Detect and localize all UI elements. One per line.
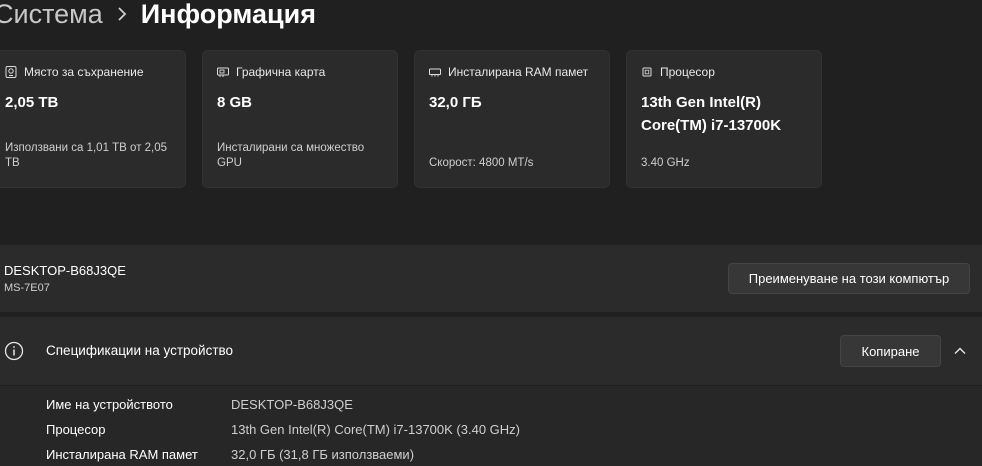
card-subtitle: Инсталирани са множество GPU (217, 142, 365, 169)
card-value: 32,0 ГБ (429, 94, 482, 111)
card-processor[interactable]: Процесор 13th Gen Intel(R) Core(TM) i7-1… (626, 50, 822, 188)
card-subtitle: Скорост: 4800 MT/s (429, 157, 534, 169)
memory-icon (429, 68, 441, 77)
graphics-card-icon (217, 67, 229, 77)
card-title: Графична карта (236, 65, 326, 79)
processor-icon (642, 67, 652, 77)
device-name-section: DESKTOP-B68J3QE MS-7E07 Преименуване на … (0, 245, 982, 312)
device-model: MS-7E07 (4, 282, 50, 294)
storage-icon (5, 66, 17, 78)
device-specs-title: Спецификации на устройство (46, 343, 234, 358)
copy-button[interactable]: Копиране (840, 335, 941, 367)
chevron-up-icon[interactable] (954, 345, 966, 357)
breadcrumb: Система Информация (0, 0, 316, 34)
spec-row: Инсталирана RAM памет 32,0 ГБ (31,8 ГБ и… (46, 447, 414, 462)
spec-label: Име на устройството (46, 397, 173, 412)
breadcrumb-system-link[interactable]: Система (0, 0, 103, 30)
device-name: DESKTOP-B68J3QE (4, 263, 126, 278)
spec-value: 13th Gen Intel(R) Core(TM) i7-13700K (3.… (231, 422, 520, 437)
card-title: Процесор (660, 65, 715, 79)
spec-value: 32,0 ГБ (31,8 ГБ използваеми) (231, 447, 415, 462)
card-subtitle: 3.40 GHz (641, 157, 690, 169)
device-specs-list: Име на устройството DESKTOP-B68J3QE Проц… (0, 386, 982, 466)
card-memory[interactable]: Инсталирана RAM памет 32,0 ГБ Скорост: 4… (414, 50, 610, 188)
device-specs-header[interactable]: Спецификации на устройство Копиране (0, 317, 982, 385)
card-value: 8 GB (217, 94, 253, 111)
rename-pc-button[interactable]: Преименуване на този компютър (728, 263, 970, 294)
card-title: Място за съхранение (24, 65, 144, 79)
card-title: Инсталирана RAM памет (448, 65, 589, 79)
spec-label: Инсталирана RAM памет (46, 447, 198, 462)
card-value: 2,05 TB (5, 94, 59, 111)
page-title: Информация (140, 0, 316, 29)
spec-row: Процесор 13th Gen Intel(R) Core(TM) i7-1… (46, 422, 520, 437)
card-graphics[interactable]: Графична карта 8 GB Инсталирани са множе… (202, 50, 398, 188)
card-storage[interactable]: Място за съхранение 2,05 TB Използвани с… (0, 50, 186, 188)
card-subtitle: Използвани са 1,01 TB от 2,05 TB (5, 142, 168, 169)
info-icon (4, 341, 24, 361)
chevron-right-icon (117, 7, 127, 21)
spec-value: DESKTOP-B68J3QE (231, 397, 353, 412)
spec-row: Име на устройството DESKTOP-B68J3QE (46, 397, 353, 412)
summary-cards: Място за съхранение 2,05 TB Използвани с… (0, 50, 822, 188)
spec-label: Процесор (46, 422, 106, 437)
card-value: 13th Gen Intel(R) Core(TM) i7-13700K (641, 94, 782, 134)
